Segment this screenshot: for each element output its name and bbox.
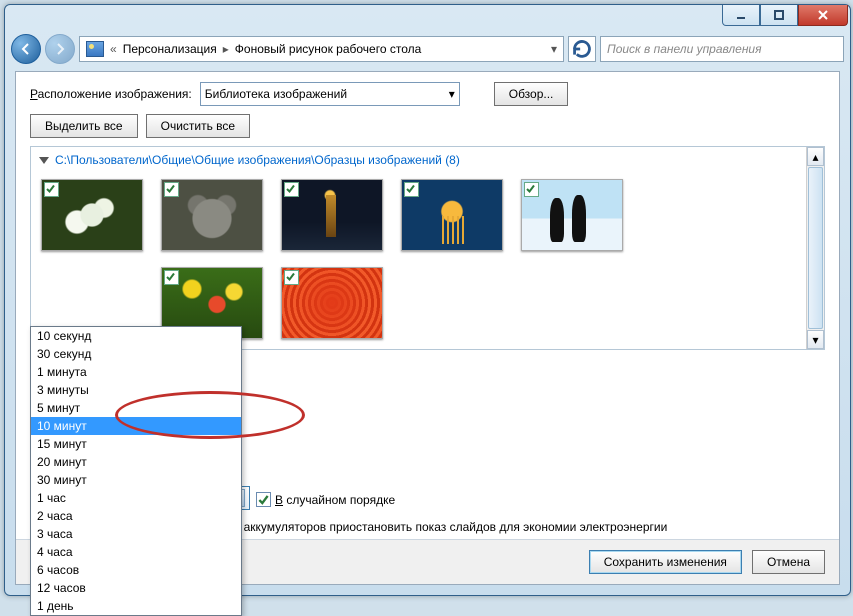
back-button[interactable] bbox=[11, 34, 41, 64]
scroll-thumb[interactable] bbox=[808, 167, 823, 329]
image-thumb[interactable] bbox=[281, 267, 385, 339]
maximize-button[interactable] bbox=[760, 5, 798, 26]
interval-option[interactable]: 4 часа bbox=[31, 543, 241, 561]
location-value: Библиотека изображений bbox=[205, 87, 347, 101]
titlebar bbox=[5, 5, 850, 33]
interval-option[interactable]: 6 часов bbox=[31, 561, 241, 579]
interval-option[interactable]: 10 секунд bbox=[31, 327, 241, 345]
window: « Персонализация ▸ Фоновый рисунок рабоч… bbox=[4, 4, 851, 596]
interval-option[interactable]: 10 минут bbox=[31, 417, 241, 435]
image-checkbox[interactable] bbox=[164, 270, 179, 285]
chevron-down-icon: ▾ bbox=[449, 87, 455, 101]
chevron-icon: « bbox=[110, 42, 117, 56]
scrollbar[interactable]: ▴ ▾ bbox=[806, 147, 824, 349]
folder-path[interactable]: C:\Пользователи\Общие\Общие изображения\… bbox=[55, 153, 460, 167]
image-checkbox[interactable] bbox=[524, 182, 539, 197]
refresh-button[interactable] bbox=[568, 36, 596, 62]
interval-option[interactable]: 1 час bbox=[31, 489, 241, 507]
interval-option[interactable]: 12 часов bbox=[31, 579, 241, 597]
image-checkbox[interactable] bbox=[164, 182, 179, 197]
minimize-button[interactable] bbox=[722, 5, 760, 26]
address-bar[interactable]: « Персонализация ▸ Фоновый рисунок рабоч… bbox=[79, 36, 564, 62]
search-placeholder: Поиск в панели управления bbox=[607, 42, 762, 56]
image-thumb[interactable] bbox=[281, 179, 385, 251]
location-combo[interactable]: Библиотека изображений ▾ bbox=[200, 82, 460, 106]
chevron-down-icon[interactable]: ▾ bbox=[551, 42, 557, 56]
scroll-down-button[interactable]: ▾ bbox=[807, 330, 824, 349]
interval-option[interactable]: 5 минут bbox=[31, 399, 241, 417]
control-panel-icon bbox=[86, 41, 104, 57]
random-label: В случайном порядке bbox=[275, 493, 395, 507]
interval-option[interactable]: 3 часа bbox=[31, 525, 241, 543]
image-gallery: C:\Пользователи\Общие\Общие изображения\… bbox=[30, 146, 825, 350]
save-button[interactable]: Сохранить изменения bbox=[589, 550, 742, 574]
random-checkbox[interactable] bbox=[256, 492, 271, 507]
interval-option[interactable]: 30 минут bbox=[31, 471, 241, 489]
image-thumb[interactable] bbox=[41, 179, 145, 251]
select-all-button[interactable]: Выделить все bbox=[30, 114, 138, 138]
close-button[interactable] bbox=[798, 5, 848, 26]
interval-option[interactable]: 3 минуты bbox=[31, 381, 241, 399]
search-input[interactable]: Поиск в панели управления bbox=[600, 36, 844, 62]
client-area: Расположение изображения: Библиотека изо… bbox=[15, 71, 840, 585]
random-order-row: В случайном порядке bbox=[256, 492, 395, 507]
browse-button[interactable]: Обзор... bbox=[494, 82, 569, 106]
image-thumb[interactable] bbox=[401, 179, 505, 251]
interval-dropdown-list[interactable]: 10 секунд30 секунд1 минута3 минуты5 мину… bbox=[30, 326, 242, 616]
image-thumb[interactable] bbox=[521, 179, 625, 251]
image-checkbox[interactable] bbox=[404, 182, 419, 197]
breadcrumb-personalization[interactable]: Персонализация bbox=[123, 42, 217, 56]
interval-option[interactable]: 30 секунд bbox=[31, 345, 241, 363]
location-label: Расположение изображения: bbox=[30, 87, 192, 101]
interval-option[interactable]: 15 минут bbox=[31, 435, 241, 453]
navbar: « Персонализация ▸ Фоновый рисунок рабоч… bbox=[5, 33, 850, 65]
forward-button[interactable] bbox=[45, 34, 75, 64]
power-row: При работе от аккумуляторов приостановит… bbox=[142, 519, 809, 534]
interval-option[interactable]: 20 минут bbox=[31, 453, 241, 471]
interval-option[interactable]: 1 минута bbox=[31, 363, 241, 381]
image-checkbox[interactable] bbox=[284, 270, 299, 285]
clear-all-button[interactable]: Очистить все bbox=[146, 114, 250, 138]
collapse-icon[interactable] bbox=[39, 157, 49, 164]
image-checkbox[interactable] bbox=[44, 182, 59, 197]
breadcrumb-wallpaper: Фоновый рисунок рабочего стола bbox=[235, 42, 422, 56]
image-thumb[interactable] bbox=[161, 179, 265, 251]
interval-option[interactable]: 2 часа bbox=[31, 507, 241, 525]
cancel-button[interactable]: Отмена bbox=[752, 550, 825, 574]
chevron-right-icon: ▸ bbox=[223, 42, 229, 56]
image-checkbox[interactable] bbox=[284, 182, 299, 197]
scroll-up-button[interactable]: ▴ bbox=[807, 147, 824, 166]
